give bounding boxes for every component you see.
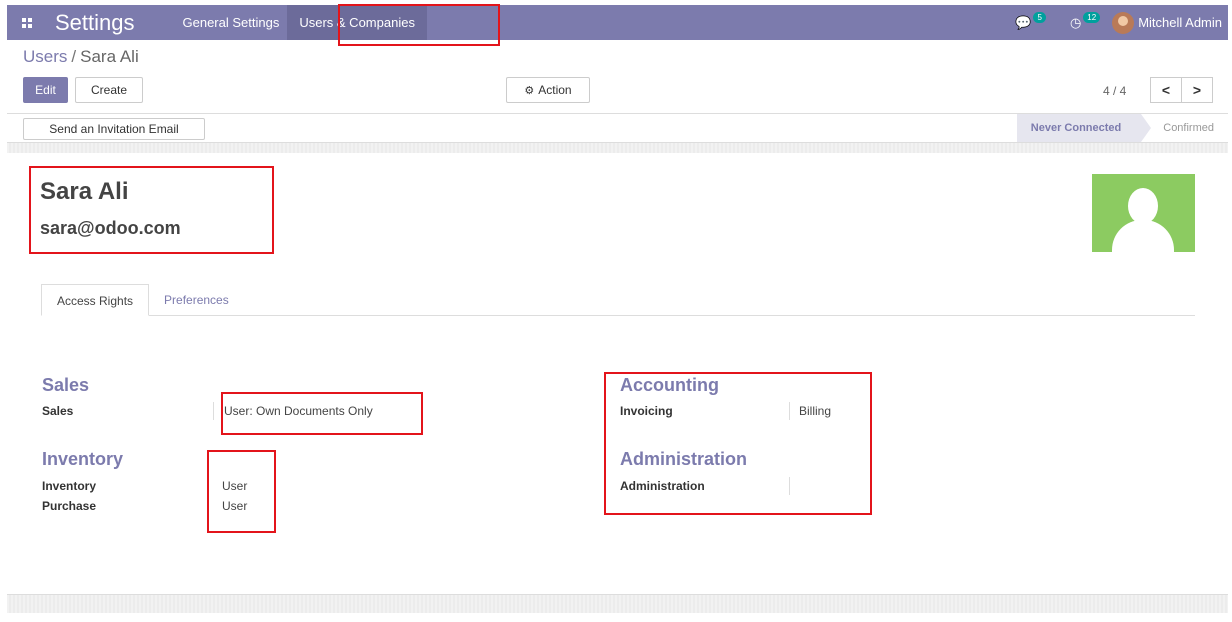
field-label-purchase: Purchase xyxy=(42,499,97,513)
messages-button[interactable]: 💬 5 xyxy=(1015,12,1046,31)
field-separator xyxy=(213,402,214,420)
action-button[interactable]: ⚙ Action xyxy=(506,77,590,103)
status-steps: Never Connected Confirmed xyxy=(1016,114,1228,142)
highlight-user-title xyxy=(29,166,274,254)
app-name[interactable]: Settings xyxy=(55,10,135,36)
gear-icon: ⚙ xyxy=(524,84,535,97)
breadcrumb: Users / Sara Ali xyxy=(23,47,139,67)
pager-next-button[interactable]: > xyxy=(1181,77,1213,103)
clock-icon: ◷ xyxy=(1069,14,1082,30)
statusbar: Send an Invitation Email Never Connected… xyxy=(7,113,1228,143)
highlight-accounting-admin xyxy=(604,372,872,515)
chevron-left-icon: < xyxy=(1161,82,1171,98)
pager-previous-button[interactable]: < xyxy=(1150,77,1182,103)
highlight-sales-value xyxy=(221,392,423,435)
tab-access-rights[interactable]: Access Rights xyxy=(41,284,150,316)
menu-general-settings[interactable]: General Settings xyxy=(175,5,288,40)
chevron-right-icon: > xyxy=(1192,82,1202,98)
notebook-tabs: Access Rights Preferences xyxy=(41,284,1195,316)
chat-icon: 💬 xyxy=(1015,14,1032,30)
tab-preferences[interactable]: Preferences xyxy=(149,284,244,316)
edit-button[interactable]: Edit xyxy=(23,77,68,103)
send-invitation-button[interactable]: Send an Invitation Email xyxy=(23,118,205,140)
user-avatar[interactable] xyxy=(1112,11,1135,34)
messages-badge: 5 xyxy=(1033,12,1046,23)
group-title-inventory: Inventory xyxy=(42,449,124,469)
highlight-users-companies xyxy=(338,4,500,46)
activities-button[interactable]: ◷ 12 xyxy=(1069,12,1101,31)
breadcrumb-current: Sara Ali xyxy=(80,47,139,66)
user-photo-placeholder[interactable] xyxy=(1092,174,1195,252)
field-label-sales: Sales xyxy=(42,404,74,418)
highlight-inventory-values xyxy=(207,450,276,533)
top-navbar: Settings General Settings Users & Compan… xyxy=(7,5,1228,40)
activities-badge: 12 xyxy=(1083,12,1101,23)
pager-value[interactable]: 4 / 4 xyxy=(1103,84,1126,98)
group-title-sales: Sales xyxy=(42,375,90,395)
breadcrumb-separator: / xyxy=(71,47,77,66)
status-never-connected: Never Connected xyxy=(1016,114,1152,142)
create-button[interactable]: Create xyxy=(75,77,143,103)
field-label-inventory: Inventory xyxy=(42,479,97,493)
action-label: Action xyxy=(538,83,572,97)
user-menu[interactable]: Mitchell Admin xyxy=(1138,15,1222,30)
apps-menu-icon[interactable] xyxy=(7,5,47,40)
status-confirmed: Confirmed xyxy=(1163,122,1214,134)
breadcrumb-users-link[interactable]: Users xyxy=(23,47,67,66)
